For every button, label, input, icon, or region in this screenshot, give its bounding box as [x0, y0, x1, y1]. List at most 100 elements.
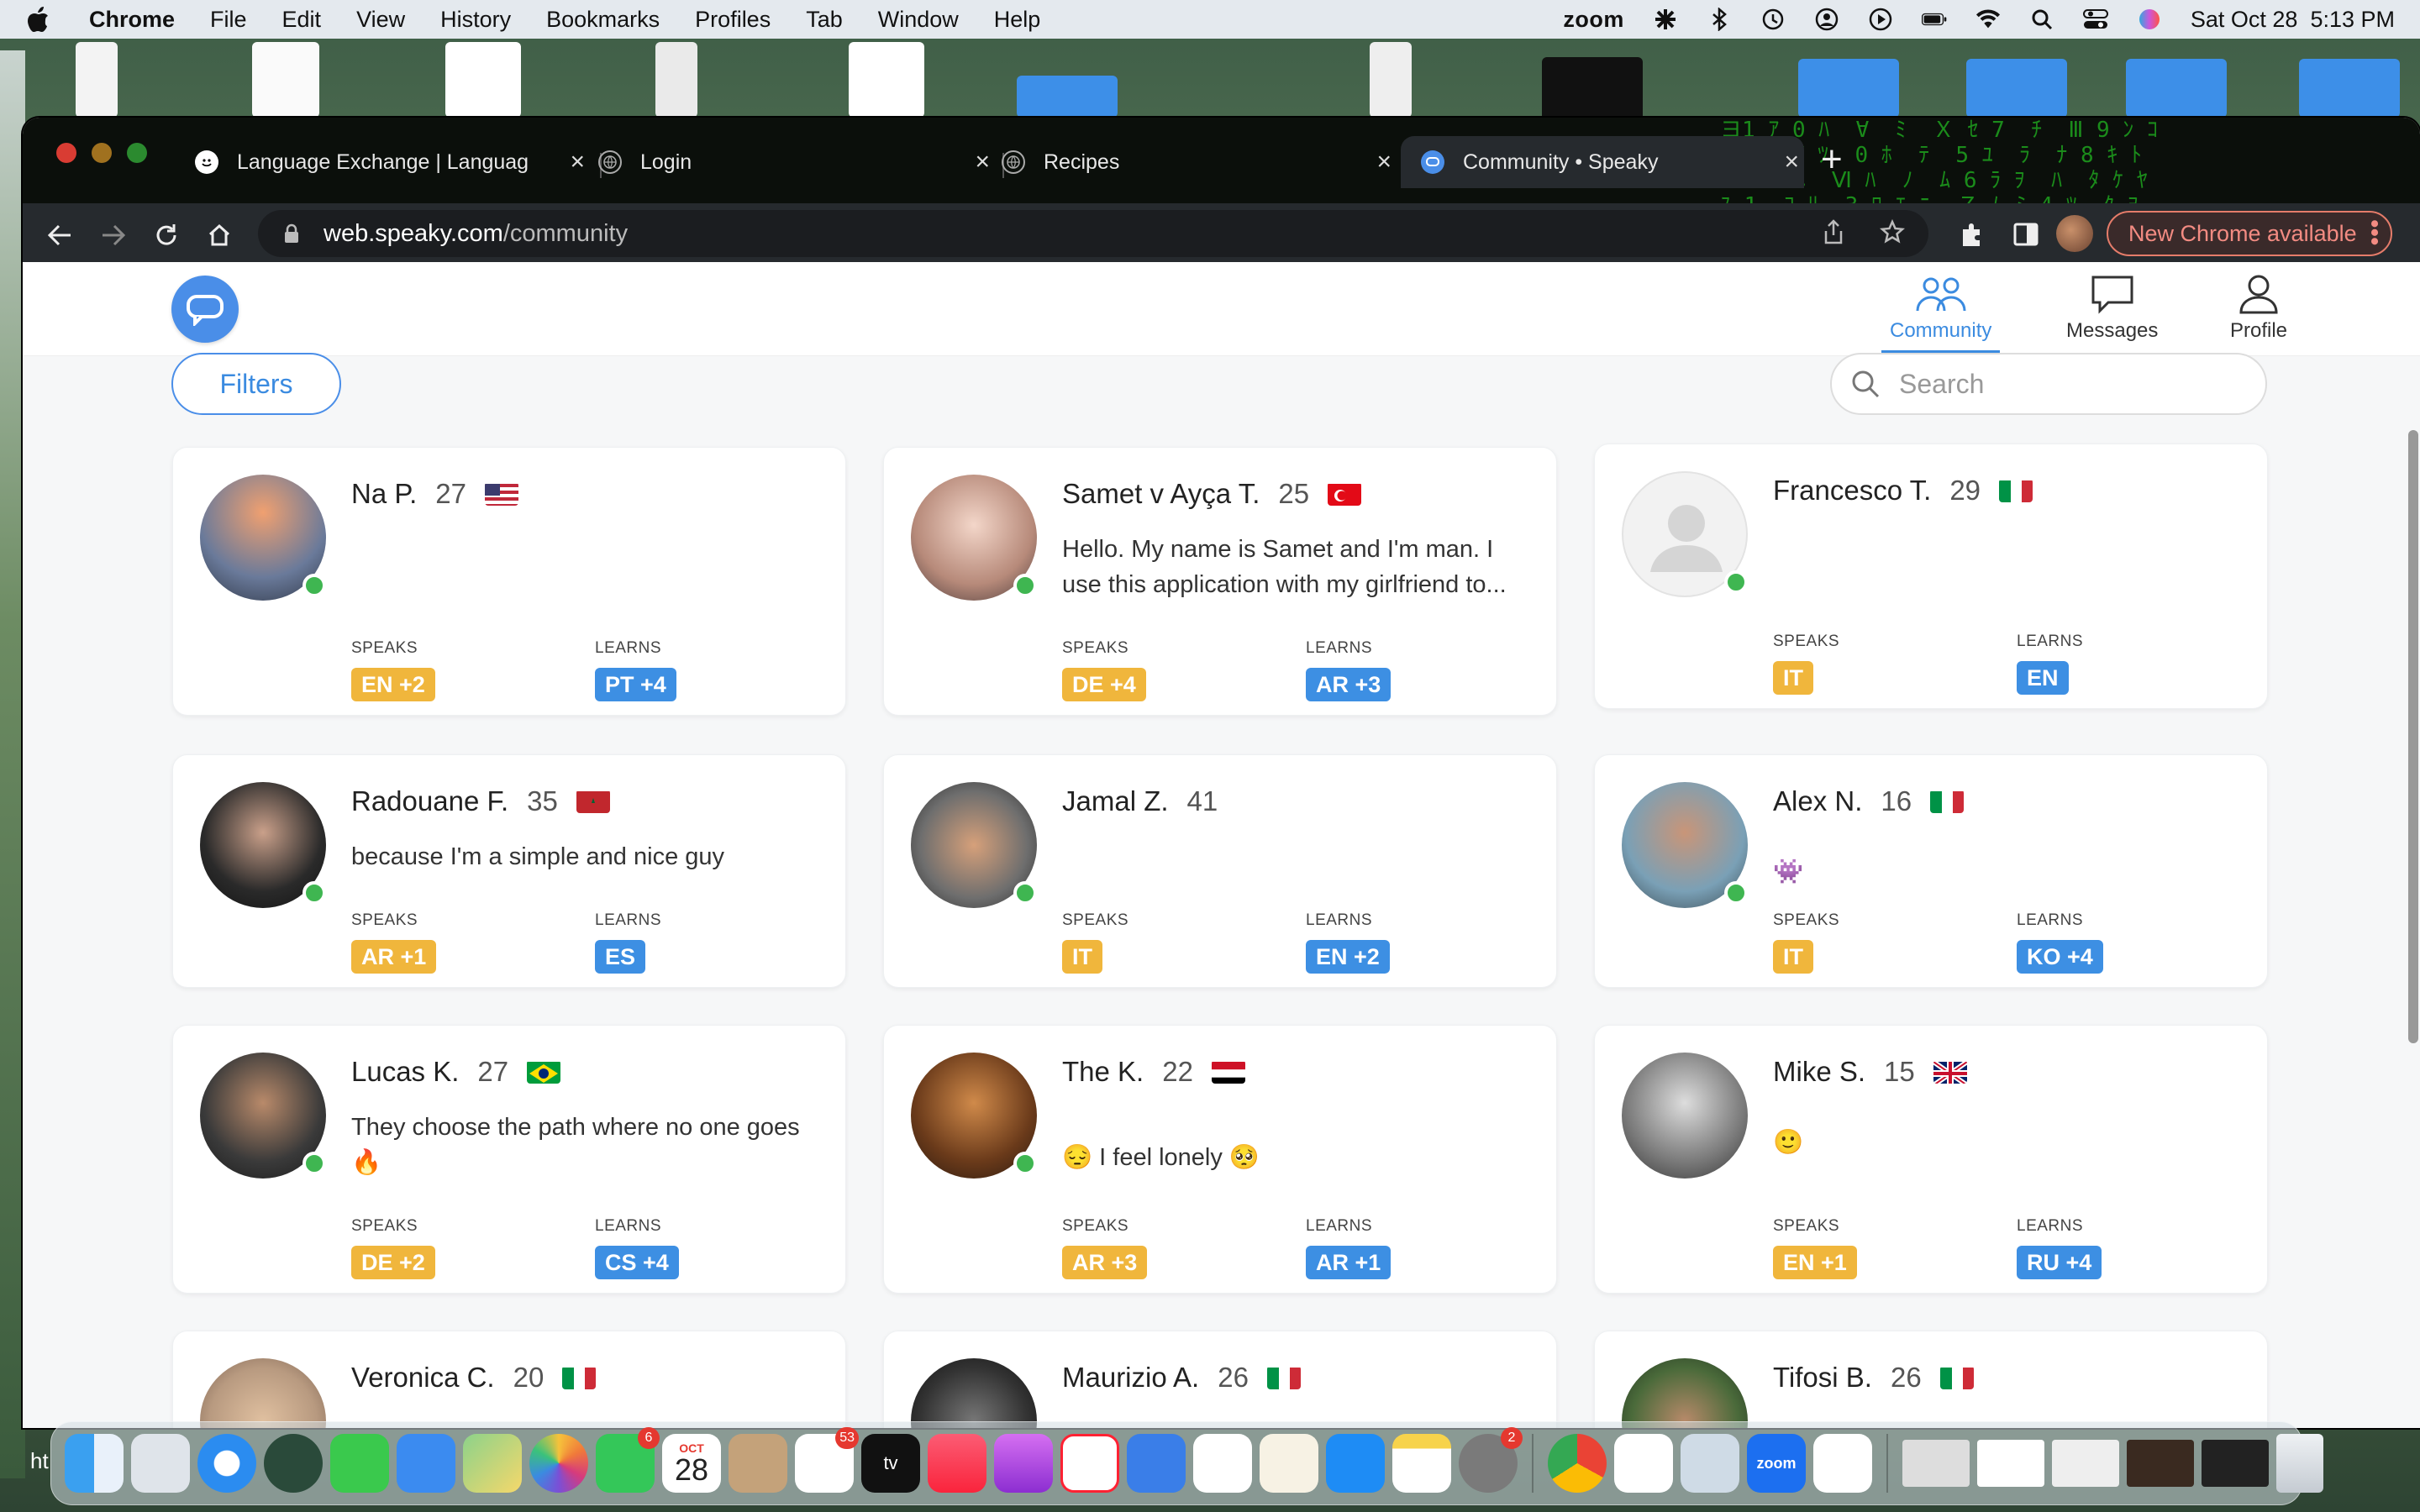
finder-icon[interactable]	[65, 1434, 124, 1493]
search-box[interactable]: Search	[1830, 353, 2267, 415]
wifi-icon[interactable]	[1975, 8, 2001, 31]
profile-card[interactable]: Mike S. 15 🙂 SPEAKS LEARNS EN +1 RU +4	[1594, 1025, 2268, 1294]
minimize-window-button[interactable]	[92, 143, 112, 163]
desktop-file[interactable]	[76, 42, 118, 118]
tab-login[interactable]: Login ×	[598, 136, 995, 188]
zoom-app-icon[interactable]: zoom	[1747, 1434, 1806, 1493]
menu-help[interactable]: Help	[994, 7, 1041, 33]
menu-view[interactable]: View	[356, 7, 405, 33]
numbers-icon[interactable]	[1193, 1434, 1252, 1493]
bookmark-star-icon[interactable]	[1879, 218, 1906, 249]
desktop-file[interactable]	[252, 42, 319, 118]
safari-icon[interactable]	[197, 1434, 256, 1493]
profile-card[interactable]: Jamal Z. 41 SPEAKS LEARNS IT EN +2	[883, 754, 1557, 988]
calendar-icon[interactable]: OCT 28	[662, 1434, 721, 1493]
profile-card[interactable]: Maurizio A. 26	[883, 1331, 1557, 1428]
menu-window[interactable]: Window	[878, 7, 959, 33]
reminders-icon[interactable]: 53	[795, 1427, 859, 1493]
contacts-icon[interactable]	[729, 1434, 787, 1493]
menu-app-name[interactable]: Chrome	[89, 7, 175, 33]
minimized-window-thumbnail[interactable]	[2202, 1440, 2269, 1487]
share-icon[interactable]	[1823, 218, 1844, 249]
apple-tv-icon[interactable]: tv	[861, 1434, 920, 1493]
desktop-file[interactable]	[445, 42, 521, 118]
system-settings-icon[interactable]: 2	[1459, 1427, 1523, 1493]
zoom-status-item[interactable]: zoom	[1563, 7, 1624, 33]
bluetooth-icon[interactable]	[1707, 8, 1732, 31]
notes-icon[interactable]	[1392, 1434, 1451, 1493]
menu-edit[interactable]: Edit	[282, 7, 322, 33]
desktop-file[interactable]	[1370, 42, 1412, 118]
battery-icon[interactable]	[1921, 8, 1947, 31]
more-menu-icon[interactable]: •••	[2360, 219, 2388, 246]
minimized-window-thumbnail[interactable]	[2127, 1440, 2194, 1487]
asterisk-icon[interactable]	[1653, 8, 1678, 31]
close-window-button[interactable]	[56, 143, 76, 163]
close-tab-icon[interactable]: ×	[1784, 148, 1799, 176]
profile-card[interactable]: The K. 22 😔 I feel lonely 🥺 SPEAKS LEARNS AR …	[883, 1025, 1557, 1294]
slack-icon[interactable]	[1614, 1434, 1673, 1493]
tab-recipes[interactable]: Recipes ×	[1002, 136, 1397, 188]
profile-card[interactable]: Lucas K. 27 They choose the path where no …	[172, 1025, 846, 1294]
minimized-window-thumbnail[interactable]	[2052, 1440, 2119, 1487]
side-panel-icon[interactable]	[2010, 218, 2042, 250]
zoom-window-button[interactable]	[127, 143, 147, 163]
messages-app-icon[interactable]	[330, 1434, 389, 1493]
back-icon[interactable]	[45, 220, 75, 250]
siri-icon[interactable]	[2137, 8, 2162, 31]
pages-icon[interactable]	[1260, 1434, 1318, 1493]
profile-avatar[interactable]	[2056, 215, 2093, 252]
profile-photo[interactable]	[200, 1358, 326, 1428]
nav-messages[interactable]: Messages	[2066, 274, 2158, 343]
desktop-folder[interactable]	[1017, 76, 1118, 118]
news-icon[interactable]	[1060, 1434, 1119, 1493]
minimized-window-thumbnail[interactable]	[1977, 1440, 2044, 1487]
home-icon[interactable]	[204, 220, 234, 250]
facetime-icon[interactable]: 6	[596, 1427, 660, 1493]
desktop-folder[interactable]	[1966, 59, 2067, 118]
tab-language-exchange[interactable]: Language Exchange | Languag ×	[195, 136, 590, 188]
apple-icon[interactable]	[25, 5, 52, 34]
address-bar[interactable]: web.speaky.com/community	[258, 210, 1928, 257]
profile-card[interactable]: Na P. 27 SPEAKS LEARNS EN +2 PT +4	[172, 447, 846, 716]
spotlight-search-icon[interactable]	[2029, 8, 2054, 31]
launchpad-icon[interactable]	[131, 1434, 190, 1493]
profile-card[interactable]: Radouane F. 35 because I'm a simple and ni…	[172, 754, 846, 988]
speaky-logo[interactable]	[171, 276, 239, 343]
close-tab-icon[interactable]: ×	[1376, 148, 1392, 176]
page-scrollbar[interactable]	[2408, 430, 2418, 1043]
chrome-icon[interactable]	[1548, 1434, 1607, 1493]
music-icon[interactable]	[928, 1434, 986, 1493]
play-icon[interactable]	[1868, 8, 1893, 31]
photos-icon[interactable]	[529, 1434, 588, 1493]
menu-bookmarks[interactable]: Bookmarks	[546, 7, 660, 33]
extensions-puzzle-icon[interactable]	[1955, 218, 1987, 250]
user-account-icon[interactable]	[1814, 8, 1839, 31]
maps-icon[interactable]	[463, 1434, 522, 1493]
app-store-icon[interactable]	[1326, 1434, 1385, 1493]
profile-card[interactable]: Alex N. 16 👾 SPEAKS LEARNS IT KO +4	[1594, 754, 2268, 988]
filters-button[interactable]: Filters	[171, 353, 341, 415]
desktop-file[interactable]	[655, 42, 697, 118]
profile-photo[interactable]	[911, 1358, 1037, 1428]
vscode-icon[interactable]	[1813, 1434, 1872, 1493]
mail-icon[interactable]	[397, 1434, 455, 1493]
nav-community[interactable]: Community	[1881, 274, 2001, 354]
profile-card[interactable]: Samet v Ayça T. 25 Hello. My name is Samet…	[883, 447, 1557, 716]
preview-icon[interactable]	[1681, 1434, 1739, 1493]
lock-icon[interactable]	[283, 223, 300, 244]
desktop-folder[interactable]	[2126, 59, 2227, 118]
tab-community-speaky[interactable]: Community • Speaky ×	[1401, 136, 1804, 188]
close-tab-icon[interactable]: ×	[570, 148, 585, 176]
menu-history[interactable]: History	[440, 7, 511, 33]
forward-icon[interactable]	[98, 220, 129, 250]
time-machine-icon[interactable]	[1760, 8, 1786, 31]
reload-icon[interactable]	[151, 220, 182, 250]
menu-tab[interactable]: Tab	[806, 7, 843, 33]
menu-file[interactable]: File	[210, 7, 247, 33]
podcasts-icon[interactable]	[994, 1434, 1053, 1493]
nav-profile[interactable]: Profile	[2230, 274, 2287, 343]
new-tab-button[interactable]: +	[1821, 141, 1843, 178]
time-machine-app-icon[interactable]	[264, 1434, 323, 1493]
keynote-icon[interactable]	[1127, 1434, 1186, 1493]
